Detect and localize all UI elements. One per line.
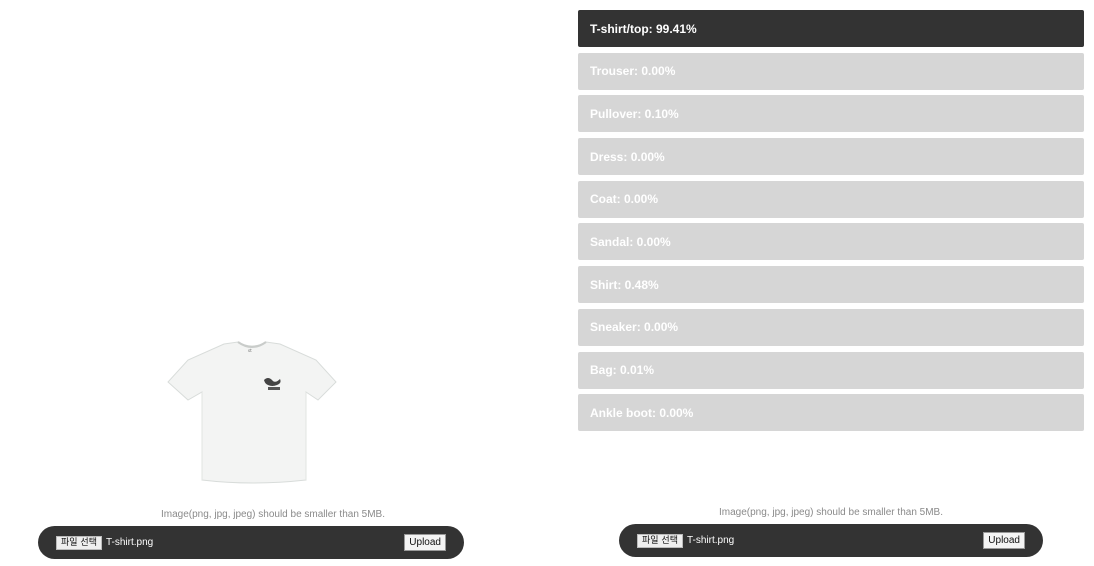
file-size-hint: Image(png, jpg, jpeg) should be smaller … [718,507,943,518]
prediction-list: T-shirt/top: 99.41% Trouser: 0.00% Pullo… [578,10,1084,437]
left-panel: st Image(png, jpg, jpeg) should be small… [0,0,546,566]
prediction-bar-shirt: Shirt: 0.48% [578,266,1084,304]
file-size-hint: Image(png, jpg, jpeg) should be smaller … [160,509,385,520]
uploaded-image-preview: st [167,341,337,484]
upload-button[interactable]: Upload [404,534,446,551]
prediction-bar-tshirt-top: T-shirt/top: 99.41% [578,10,1084,47]
choose-file-button[interactable]: 파일 선택 [56,535,102,550]
prediction-bar-trouser: Trouser: 0.00% [578,52,1084,90]
svg-text:st: st [248,348,252,353]
selected-file-name: T-shirt.png [686,535,735,546]
prediction-bar-dress: Dress: 0.00% [578,138,1084,176]
right-panel: T-shirt/top: 99.41% Trouser: 0.00% Pullo… [578,0,1084,566]
upload-button[interactable]: Upload [983,532,1025,549]
prediction-bar-coat: Coat: 0.00% [578,180,1084,218]
upload-form: 파일 선택 T-shirt.png Upload [38,526,464,559]
prediction-bar-bag: Bag: 0.01% [578,351,1084,389]
prediction-bar-sneaker: Sneaker: 0.00% [578,308,1084,346]
prediction-bar-pullover: Pullover: 0.10% [578,95,1084,133]
prediction-bar-ankle-boot: Ankle boot: 0.00% [578,394,1084,432]
choose-file-button[interactable]: 파일 선택 [637,533,683,548]
selected-file-name: T-shirt.png [105,537,154,548]
upload-form: 파일 선택 T-shirt.png Upload [619,524,1043,557]
prediction-bar-sandal: Sandal: 0.00% [578,223,1084,261]
